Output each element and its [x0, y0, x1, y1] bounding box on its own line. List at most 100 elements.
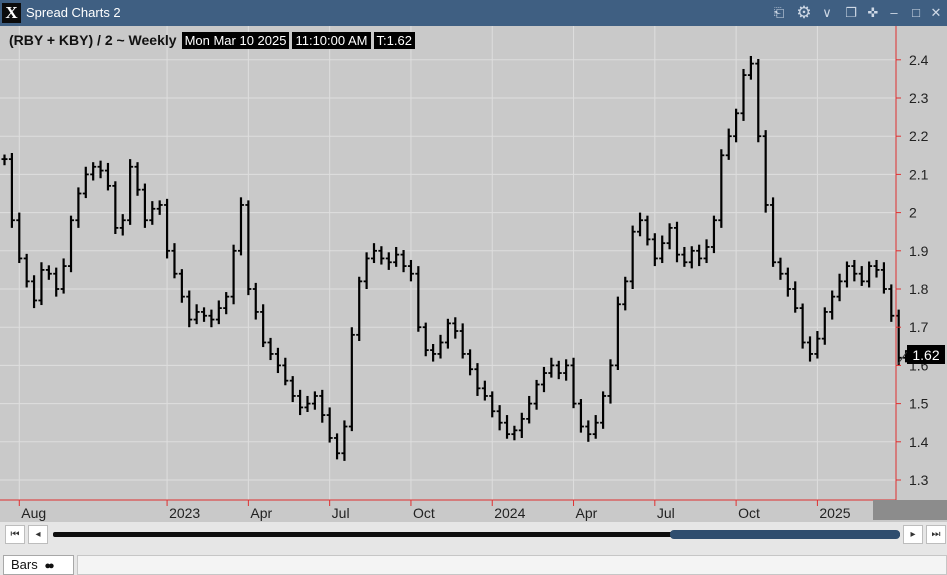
price-chart[interactable]: 1.31.41.51.61.71.81.922.12.22.32.4 Aug 20…: [0, 26, 947, 522]
price-bar: [511, 425, 518, 441]
price-bar: [245, 200, 252, 296]
price-bar: [437, 334, 444, 359]
y-tick-label: 1.3: [909, 472, 929, 488]
y-tick-label: 2.4: [909, 52, 929, 68]
minimize-icon[interactable]: –: [885, 4, 903, 22]
price-bar: [237, 197, 244, 256]
scroll-last-button[interactable]: ⏭: [926, 525, 946, 544]
move-icon[interactable]: ✜: [864, 4, 882, 22]
price-bar: [681, 246, 688, 267]
maximize-icon[interactable]: □: [907, 4, 925, 22]
price-bar: [385, 252, 392, 270]
price-bar: [371, 243, 377, 264]
last-price-label: 1.62: [912, 347, 939, 363]
time-axis: Aug 2023 Apr Jul Oct 2024 Apr Jul Oct 2025: [18, 500, 851, 521]
price-bar: [696, 244, 703, 267]
y-tick-label: 1.5: [909, 396, 929, 412]
scroll-next-button[interactable]: ▸: [903, 525, 923, 544]
price-bar: [53, 267, 60, 297]
price-bar: [119, 214, 126, 236]
price-bar: [548, 357, 555, 378]
price-bar: [215, 300, 222, 325]
price-bar: [814, 331, 821, 359]
price-bar: [1, 154, 8, 166]
x-tick-label: Oct: [413, 505, 435, 521]
price-bar: [467, 349, 474, 376]
link-icon[interactable]: ⎗: [770, 4, 788, 22]
price-bar: [356, 276, 363, 341]
tab-bars[interactable]: Bars ●●: [3, 555, 74, 575]
gear-icon[interactable]: ⚙: [795, 4, 813, 22]
price-bar: [888, 284, 895, 322]
price-bar: [725, 128, 732, 160]
price-bar: [895, 309, 902, 366]
price-bar: [326, 407, 333, 443]
price-bar: [45, 265, 52, 280]
chart-legend: (RBY + KBY) / 2 ~ Weekly Mon Mar 10 2025…: [9, 31, 415, 49]
price-bar: [673, 221, 680, 263]
price-bar: [540, 366, 547, 393]
price-bar: [533, 379, 540, 410]
price-bar: [178, 269, 185, 303]
spread-expression: (RBY + KBY) / 2 ~ Weekly: [9, 32, 177, 48]
price-bar: [459, 323, 466, 359]
scroll-prev-button[interactable]: ◂: [28, 525, 48, 544]
x-tick-label: Apr: [576, 505, 598, 521]
price-bar: [866, 261, 873, 288]
price-bar: [289, 376, 296, 403]
price-bar: [526, 395, 533, 424]
price-bar: [851, 259, 858, 282]
price-bar: [629, 225, 636, 289]
price-bar: [208, 309, 215, 328]
tab-bars-label: Bars: [11, 557, 38, 572]
price-bar: [555, 360, 562, 380]
price-bar: [341, 420, 348, 461]
price-bar: [777, 257, 784, 280]
x-tick-label: Aug: [21, 505, 46, 521]
price-bar: [740, 68, 747, 121]
price-bar: [348, 327, 355, 432]
x-tick-label: 2023: [169, 505, 200, 521]
price-bar: [770, 197, 777, 267]
price-bar: [651, 233, 658, 267]
chevron-down-icon[interactable]: ∨: [818, 4, 836, 22]
price-bar: [141, 183, 148, 228]
price-bar: [267, 337, 274, 361]
scrollbar-thumb[interactable]: [670, 530, 900, 539]
price-bar: [784, 267, 791, 297]
bottom-bar: ⏮ ◂ ▸ ⏭ Bars ●●: [0, 522, 947, 575]
price-bar: [444, 318, 451, 349]
price-bar: [873, 259, 880, 278]
price-bar: [762, 130, 769, 213]
copy-icon[interactable]: ❐: [842, 4, 860, 22]
price-bar: [666, 223, 673, 250]
scroll-first-button[interactable]: ⏮: [5, 525, 25, 544]
close-icon[interactable]: ✕: [927, 4, 945, 22]
price-bar: [60, 258, 67, 294]
price-bar: [821, 307, 828, 345]
price-bar: [637, 212, 644, 237]
price-bar: [134, 162, 141, 196]
price-bar: [481, 380, 488, 401]
price-bar: [710, 215, 717, 254]
price-bar: [393, 246, 400, 267]
price-bar: [164, 198, 171, 259]
price-bar: [688, 246, 695, 269]
price-bar: [90, 162, 97, 181]
price-axis: 1.31.41.51.61.71.81.922.12.22.32.4: [896, 52, 929, 488]
y-tick-label: 1.4: [909, 434, 929, 450]
price-bar: [607, 359, 614, 404]
title-bar[interactable]: X Spread Charts 2 ⎗ ⚙ ∨ ❐ ✜ – □ ✕: [0, 0, 947, 26]
price-bar: [415, 266, 422, 332]
price-bar: [858, 266, 865, 286]
price-bar: [755, 59, 762, 143]
price-bar: [718, 149, 725, 228]
price-bar: [600, 391, 607, 429]
price-bar: [430, 344, 437, 362]
axis-corner: [873, 500, 947, 520]
price-bar: [8, 153, 15, 228]
time-scrollbar[interactable]: [53, 530, 900, 539]
price-bar: [97, 160, 104, 179]
x-tick-label: 2025: [819, 505, 850, 521]
chart-area[interactable]: 1.3 1.4 1.5 1.6 1.7 1.8 1.9 2 2.1 2.2 2.3 2.4 Aug 20…: [0, 26, 947, 522]
